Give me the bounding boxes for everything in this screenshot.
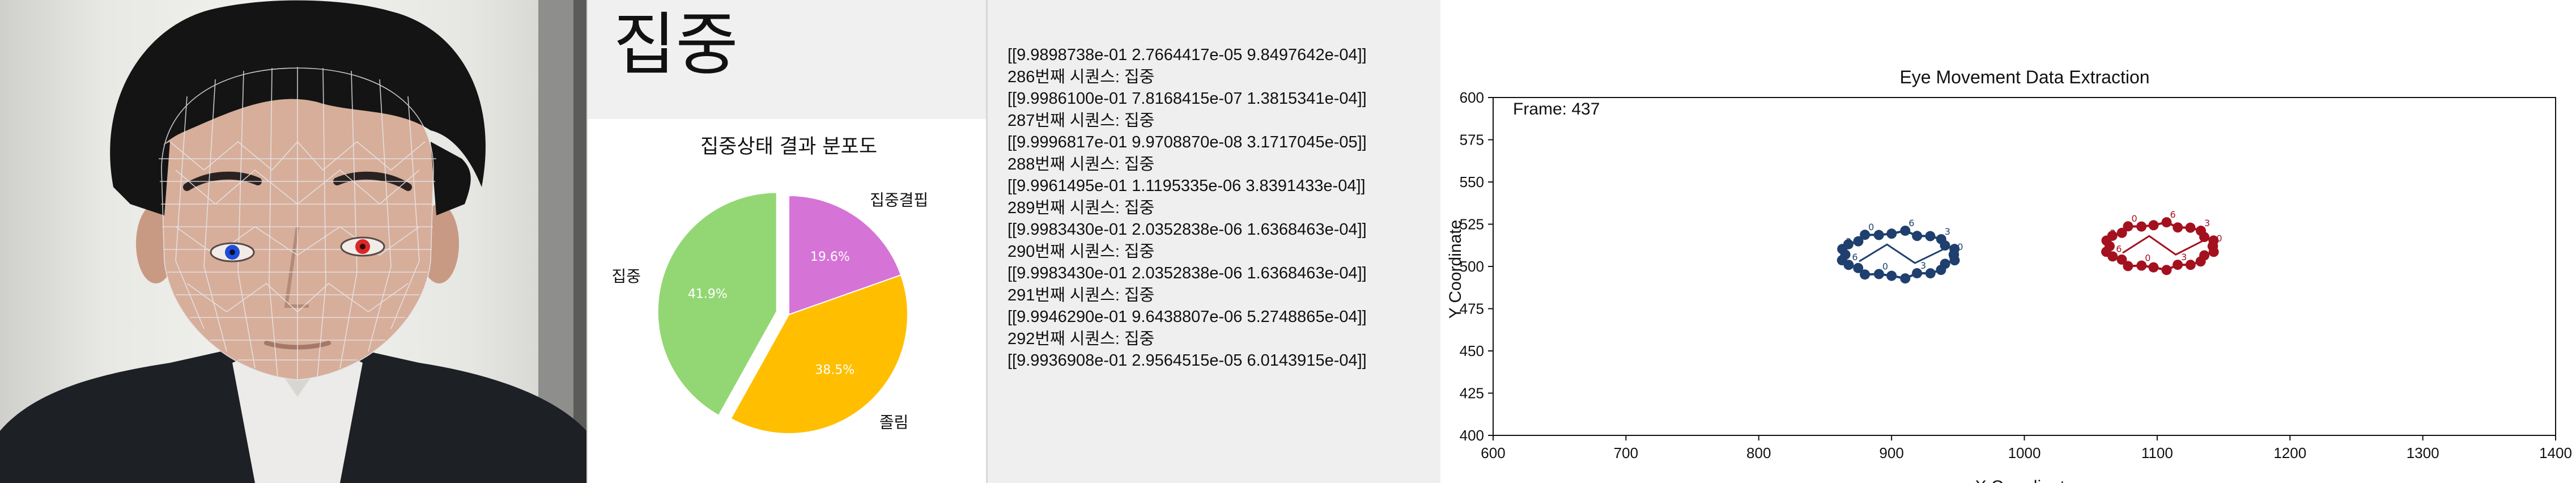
log-line: [[9.9996817e-01 9.9708870e-08 3.1717045e… xyxy=(1008,133,1367,151)
y-tick-label: 600 xyxy=(1460,89,1484,106)
log-line: [[9.9936908e-01 2.9564515e-05 6.0143915e… xyxy=(1008,351,1367,370)
pie-chart-title: 집중상태 결과 분포도 xyxy=(700,135,877,158)
eye-data-point xyxy=(2173,222,2183,233)
y-tick-label: 575 xyxy=(1460,132,1484,149)
log-line: [[9.9961495e-01 1.1195335e-06 3.8391433e… xyxy=(1008,177,1366,195)
log-line: [[9.9983430e-01 2.0352838e-06 1.6368463e… xyxy=(1008,264,1367,282)
eye-data-point xyxy=(2136,221,2147,232)
eye-data-point xyxy=(2123,261,2133,272)
eye-data-point xyxy=(2148,220,2159,231)
eye-data-point xyxy=(1912,231,1923,242)
eye-point-index: 3 xyxy=(1945,226,1950,237)
pie-chart-area: 집중상태 결과 분포도 19.6% 집중결핍 38.5% 졸림 41.9% 집중 xyxy=(588,119,987,483)
y-tick-label: 525 xyxy=(1460,216,1484,233)
eye-data-point xyxy=(1860,269,1871,280)
log-line: 290번째 시퀀스: 집중 xyxy=(1008,242,1155,261)
eye-point-index: 0 xyxy=(1868,222,1874,232)
plot-frame xyxy=(1493,97,2556,436)
eye-data-point xyxy=(2185,260,2196,270)
eye-trace-line xyxy=(2122,235,2203,256)
eye-point-index: 3 xyxy=(1846,236,1851,247)
eye-movement-chart: Eye Movement Data Extraction X Coordinat… xyxy=(1446,67,2572,483)
y-tick-label: 425 xyxy=(1460,385,1484,402)
log-line: 287번째 시퀀스: 집중 xyxy=(1008,111,1155,130)
pie-slice-percent: 41.9% xyxy=(688,287,728,302)
pie-slice-label: 집중결핍 xyxy=(870,191,928,210)
x-tick-label: 1200 xyxy=(2273,444,2306,461)
pie-slice-percent: 19.6% xyxy=(810,250,850,264)
y-tick-label: 550 xyxy=(1460,173,1484,190)
pie-slice-label: 집중 xyxy=(611,267,641,286)
eye-point-index: 3 xyxy=(2204,218,2210,228)
eye-point-index: 6 xyxy=(1852,252,1857,262)
y-tick-label: 475 xyxy=(1460,300,1484,317)
log-line: [[9.9946290e-01 9.6438807e-06 5.2748865e… xyxy=(1008,308,1367,326)
eye-point-index: 0 xyxy=(1882,261,1888,272)
eye-data-point xyxy=(1873,230,1884,240)
log-line: [[9.9898738e-01 2.7664417e-05 9.8497642e… xyxy=(1008,46,1367,64)
log-line: 288번째 시퀀스: 집중 xyxy=(1008,155,1155,173)
eye-data-point xyxy=(2185,222,2196,233)
concentration-pie-chart: 집중상태 결과 분포도 19.6% 집중결핍 38.5% 졸림 41.9% 집중 xyxy=(611,135,928,434)
concentration-dashboard: 집중 집중상태 결과 분포도 19.6% 집중결핍 38.5% 졸림 41.9% 집중 xyxy=(586,0,987,483)
person-figure xyxy=(0,0,586,483)
x-tick-label: 700 xyxy=(1614,444,1638,461)
eye-point-index: 6 xyxy=(2170,209,2175,220)
eye-data-point xyxy=(2116,227,2127,238)
x-tick-label: 1000 xyxy=(2008,444,2041,461)
plot-title: Eye Movement Data Extraction xyxy=(1899,67,2149,87)
eye-point-index: 3 xyxy=(1920,260,1926,271)
eye-trace-cluster: 036036036 xyxy=(2101,209,2222,276)
x-tick-label: 900 xyxy=(1879,444,1903,461)
eye-data-point xyxy=(2207,241,2218,252)
eye-data-point xyxy=(1886,228,1897,239)
x-tick-label: 800 xyxy=(1746,444,1771,461)
log-line: 286번째 시퀀스: 집중 xyxy=(1008,67,1155,86)
eye-point-index: 0 xyxy=(2145,253,2150,264)
eye-data-point xyxy=(1925,268,1936,279)
eye-movement-plot: Eye Movement Data Extraction X Coordinat… xyxy=(1440,0,2576,483)
concentration-state-title: 집중 xyxy=(613,6,738,84)
eye-trace-line xyxy=(1859,243,1944,264)
frame-counter: Frame: 437 xyxy=(1513,100,1600,118)
right-eye-marker xyxy=(340,236,385,257)
camera-feed xyxy=(0,0,586,483)
x-tick-label: 1100 xyxy=(2141,444,2173,461)
eye-point-index: 6 xyxy=(2116,243,2122,254)
eye-data-point xyxy=(1948,249,1959,260)
state-header: 집중 xyxy=(588,0,987,119)
eye-data-point xyxy=(2161,265,2172,276)
pie-slice-label: 졸림 xyxy=(879,413,909,431)
eye-point-index: 6 xyxy=(1908,218,1914,228)
x-tick-label: 1400 xyxy=(2539,444,2572,461)
log-line: 291번째 시퀀스: 집중 xyxy=(1008,286,1155,304)
y-tick-label: 500 xyxy=(1460,258,1484,275)
y-tick-label: 450 xyxy=(1460,342,1484,359)
prediction-log: [[9.9898738e-01 2.7664417e-05 9.8497642e… xyxy=(986,0,1442,483)
log-line: [[9.9986100e-01 7.8168415e-07 1.3815341e… xyxy=(1008,90,1367,108)
eye-data-point xyxy=(2148,262,2159,273)
eye-data-point xyxy=(1900,273,1911,284)
eye-point-index: 3 xyxy=(2181,252,2187,262)
log-line: 289번째 시퀀스: 집중 xyxy=(1008,198,1155,217)
eye-point-index: 3 xyxy=(2110,227,2115,238)
log-lines: [[9.9898738e-01 2.7664417e-05 9.8497642e… xyxy=(1008,44,1438,372)
eye-data-point xyxy=(1853,236,1864,247)
eye-data-point xyxy=(1886,270,1897,281)
eye-data-point xyxy=(1925,231,1936,242)
left-eye-marker xyxy=(210,242,255,262)
y-tick-label: 400 xyxy=(1460,427,1484,444)
log-line: 292번째 시퀀스: 집중 xyxy=(1008,329,1155,348)
x-tick-label: 600 xyxy=(1481,444,1505,461)
x-axis-label: X Coordinate xyxy=(1975,477,2074,483)
eye-point-index: 0 xyxy=(2131,213,2137,224)
pie-slice-percent: 38.5% xyxy=(815,363,855,377)
x-tick-label: 1300 xyxy=(2407,444,2439,461)
log-line: [[9.9983430e-01 2.0352838e-06 1.6368463e… xyxy=(1008,221,1367,239)
eye-trace-cluster: 036036036 xyxy=(1837,218,1963,284)
